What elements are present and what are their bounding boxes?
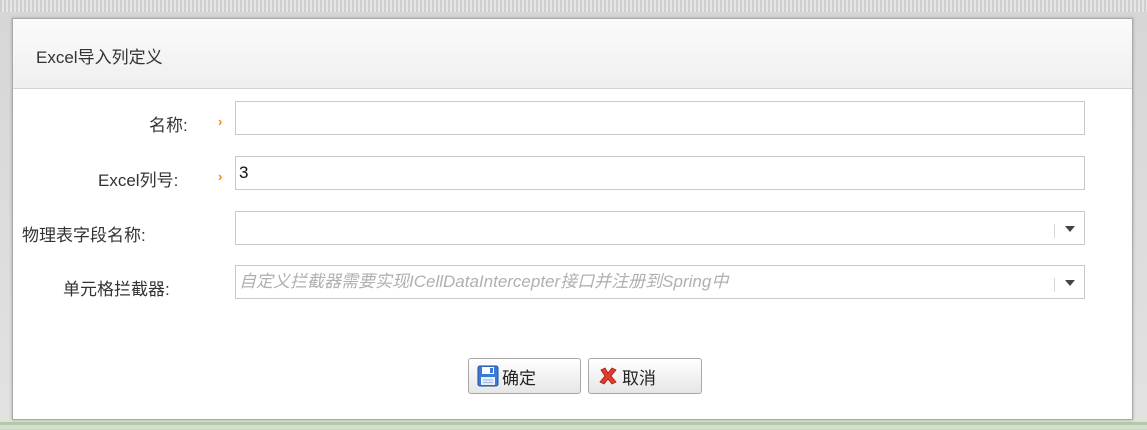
combo-separator bbox=[1054, 224, 1055, 238]
dialog-header: Excel导入列定义 bbox=[13, 19, 1132, 89]
ok-button-label: 确定 bbox=[502, 368, 536, 388]
excel-column-dialog: Excel导入列定义 名称: › Excel列号: › 3 物理表字段名称: 单… bbox=[12, 18, 1133, 420]
field-name-select[interactable] bbox=[235, 211, 1085, 245]
cancel-button[interactable]: 取消 bbox=[588, 358, 702, 394]
name-input[interactable] bbox=[235, 101, 1085, 135]
excel-column-label: Excel列号: bbox=[98, 171, 179, 190]
required-marker: › bbox=[218, 169, 223, 184]
cancel-button-label: 取消 bbox=[622, 368, 656, 388]
interceptor-dropdown-button[interactable] bbox=[1054, 266, 1084, 298]
name-label: 名称: bbox=[149, 116, 188, 135]
field-name-label: 物理表字段名称: bbox=[22, 226, 146, 245]
save-disk-icon bbox=[477, 365, 499, 387]
background-page-strip bbox=[0, 0, 1147, 12]
interceptor-select[interactable]: 自定义拦截器需要实现ICellDataIntercepter接口并注册到Spri… bbox=[235, 265, 1085, 299]
field-name-dropdown-button[interactable] bbox=[1054, 212, 1084, 244]
interceptor-label: 单元格拦截器: bbox=[63, 280, 170, 299]
excel-column-input[interactable]: 3 bbox=[235, 156, 1085, 190]
interceptor-placeholder: 自定义拦截器需要实现ICellDataIntercepter接口并注册到Spri… bbox=[239, 272, 729, 291]
combo-separator bbox=[1054, 278, 1055, 292]
red-x-icon bbox=[597, 365, 619, 387]
ok-button[interactable]: 确定 bbox=[468, 358, 581, 394]
required-marker: › bbox=[218, 114, 223, 129]
chevron-down-icon bbox=[1065, 280, 1075, 286]
dialog-title: Excel导入列定义 bbox=[36, 48, 163, 67]
chevron-down-icon bbox=[1065, 226, 1075, 232]
